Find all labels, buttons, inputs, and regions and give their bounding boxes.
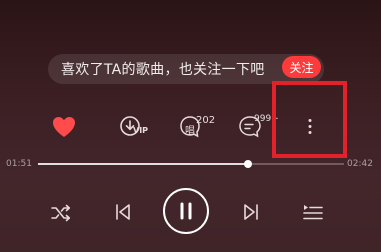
previous-button[interactable] bbox=[112, 201, 134, 223]
shuffle-button[interactable] bbox=[49, 201, 73, 225]
progress-thumb[interactable] bbox=[243, 160, 252, 168]
shuffle-icon bbox=[51, 204, 71, 222]
current-time: 01:51 bbox=[6, 159, 32, 169]
total-time: 02:42 bbox=[347, 159, 373, 169]
play-pause-button[interactable] bbox=[162, 187, 210, 235]
vip-badge: VIP bbox=[133, 126, 149, 135]
follow-button[interactable]: 关注 bbox=[282, 56, 321, 78]
pause-icon bbox=[163, 188, 209, 234]
like-button[interactable] bbox=[50, 113, 78, 141]
next-button[interactable] bbox=[240, 201, 262, 223]
playlist-button[interactable] bbox=[301, 201, 325, 225]
next-icon bbox=[244, 204, 258, 220]
heart-icon bbox=[53, 117, 75, 137]
highlight-box bbox=[272, 81, 347, 158]
playlist-icon bbox=[303, 205, 323, 220]
sing-label: 唱 bbox=[185, 126, 195, 137]
follow-tip-text: 喜欢了TA的歌曲，也关注一下吧 bbox=[61, 62, 265, 78]
sing-count: 202 bbox=[196, 115, 216, 126]
progress-fill bbox=[38, 163, 248, 165]
progress-track[interactable] bbox=[38, 160, 344, 168]
previous-icon bbox=[116, 204, 130, 220]
